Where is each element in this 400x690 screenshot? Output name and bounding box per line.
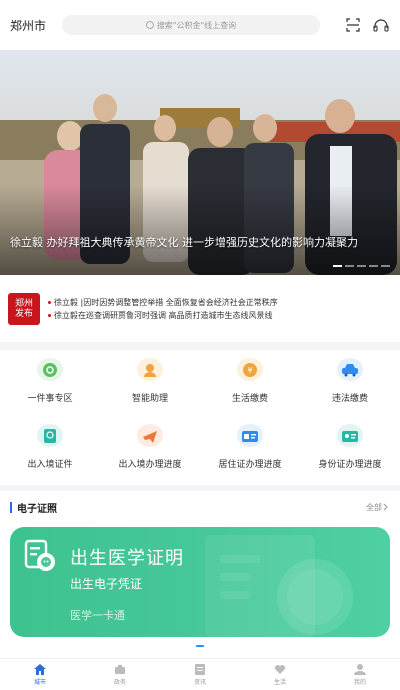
bullet-icon xyxy=(48,314,51,317)
tab-government[interactable]: 政务 xyxy=(80,659,160,690)
news-list: 徐立毅 |因时因势调整管控举措 全面恢复省会经济社会正常秩序 徐立毅在巡查调研贾… xyxy=(48,296,278,322)
news-icon xyxy=(195,663,205,675)
tab-news[interactable]: 资讯 xyxy=(160,659,240,690)
section-accent-bar xyxy=(10,501,12,513)
assistant-icon xyxy=(137,358,163,381)
banner-dot[interactable] xyxy=(333,265,342,267)
tab-life[interactable]: 生活 xyxy=(240,659,320,690)
card-watermark xyxy=(205,535,353,637)
certificate-icon xyxy=(24,539,55,571)
city-selector[interactable]: 郑州市 xyxy=(10,17,54,34)
service-residence-progress[interactable]: 居住证办理进度 xyxy=(200,424,300,470)
card-note: 医学一卡通 xyxy=(70,609,125,622)
view-all-link[interactable]: 全部 xyxy=(366,502,390,513)
government-icon xyxy=(115,664,125,674)
divider xyxy=(0,485,400,491)
birth-certificate-card[interactable]: 出生医学证明 出生电子凭证 医学一卡通 xyxy=(10,527,390,637)
services-grid: 一件事专区 智能助理 ¥ 生活缴费 违法缴费 出入境证件 出入境办理进度 居住证… xyxy=(0,358,400,470)
one-thing-icon xyxy=(37,358,63,381)
passport-icon xyxy=(37,424,63,447)
headset-icon[interactable] xyxy=(372,16,390,34)
zhengzhou-release-logo: 郑州 发布 xyxy=(8,293,40,325)
service-id-card-progress[interactable]: 身份证办理进度 xyxy=(300,424,400,470)
plane-icon xyxy=(137,424,163,447)
search-input[interactable]: 搜索"公积金"线上查询 xyxy=(62,15,320,35)
banner-dot[interactable] xyxy=(345,265,354,267)
card-title: 出生医学证明 xyxy=(70,548,184,569)
service-exit-entry-docs[interactable]: 出入境证件 xyxy=(0,424,100,470)
service-payment[interactable]: ¥ 生活缴费 xyxy=(200,358,300,404)
news-banner[interactable]: 徐立毅 办好拜祖大典传承黄帝文化 进一步增强历史文化的影响力凝聚力 xyxy=(0,50,400,275)
bottom-tab-bar: 城市 政务 资讯 生活 我的 xyxy=(0,658,400,690)
service-exit-entry-progress[interactable]: 出入境办理进度 xyxy=(100,424,200,470)
heart-icon xyxy=(274,664,286,674)
banner-caption: 徐立毅 办好拜祖大典传承黄帝文化 进一步增强历史文化的影响力凝聚力 xyxy=(10,236,358,249)
news-item[interactable]: 徐立毅在巡查调研贾鲁河时强调 高品质打造城市生态线风景线 xyxy=(48,309,278,322)
tab-me[interactable]: 我的 xyxy=(320,659,400,690)
scan-icon[interactable] xyxy=(344,16,362,34)
news-ticker[interactable]: 郑州 发布 徐立毅 |因时因势调整管控举措 全面恢复省会经济社会正常秩序 徐立毅… xyxy=(0,290,400,328)
banner-dot[interactable] xyxy=(381,265,390,267)
payment-icon: ¥ xyxy=(237,358,263,381)
chevron-right-icon xyxy=(383,503,388,511)
home-icon xyxy=(34,663,46,675)
service-one-thing[interactable]: 一件事专区 xyxy=(0,358,100,404)
user-icon xyxy=(354,663,366,675)
news-item[interactable]: 徐立毅 |因时因势调整管控举措 全面恢复省会经济社会正常秩序 xyxy=(48,296,278,309)
id-card-icon xyxy=(337,424,363,447)
search-icon xyxy=(145,21,154,29)
top-bar: 郑州市 搜索"公积金"线上查询 xyxy=(0,0,400,50)
section-header: 电子证照 全部 xyxy=(0,498,400,516)
search-placeholder: 搜索"公积金"线上查询 xyxy=(156,20,237,30)
car-icon xyxy=(337,358,363,381)
section-title: 电子证照 xyxy=(17,503,57,515)
bullet-icon xyxy=(48,301,51,304)
service-violation-payment[interactable]: 违法缴费 xyxy=(300,358,400,404)
service-assistant[interactable]: 智能助理 xyxy=(100,358,200,404)
banner-dot[interactable] xyxy=(369,265,378,267)
divider xyxy=(0,342,400,350)
svg-text:¥: ¥ xyxy=(247,366,252,375)
card-pager xyxy=(196,645,204,647)
banner-pagination xyxy=(333,265,390,267)
residence-card-icon xyxy=(237,424,263,447)
card-subtitle: 出生电子凭证 xyxy=(70,577,143,591)
banner-dot[interactable] xyxy=(357,265,366,267)
tab-city[interactable]: 城市 xyxy=(0,659,80,690)
